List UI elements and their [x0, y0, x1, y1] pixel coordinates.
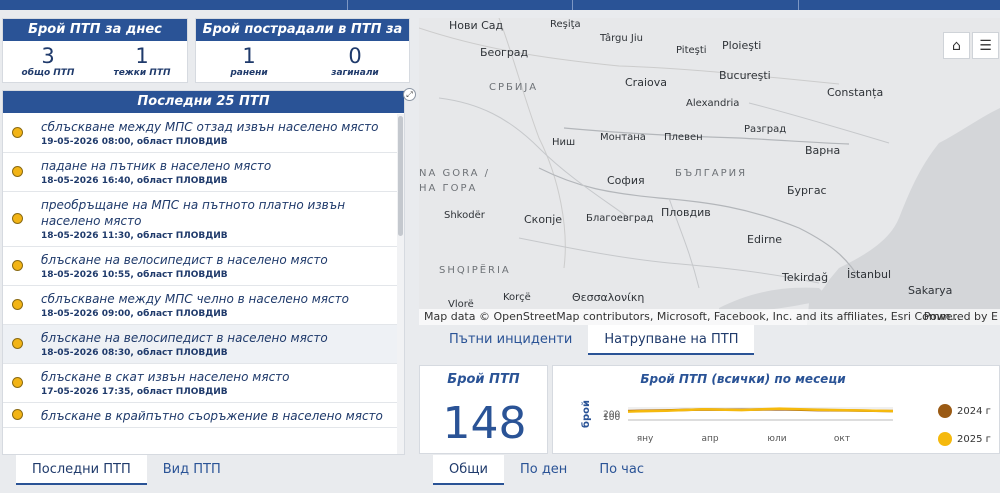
- powered-by[interactable]: Powered by E: [924, 309, 1000, 325]
- accident-marker-icon: [12, 409, 23, 420]
- tab-by-day[interactable]: По ден: [504, 455, 583, 485]
- accident-marker-icon: [12, 260, 23, 271]
- dead-value: 0: [348, 44, 362, 68]
- series-line-1: [627, 407, 894, 413]
- map-label-thessaloniki: Θεσσαλονίκη: [572, 291, 645, 304]
- accident-marker-icon: [12, 213, 23, 224]
- map-label-shkoder: Shkodër: [444, 210, 485, 221]
- list-item-selected[interactable]: блъскане на велосипедист в населено мяст…: [3, 325, 404, 364]
- map-label-razgrad: Разград: [744, 124, 787, 135]
- map-label-constanta: Constanța: [827, 86, 884, 99]
- y-tick-label: 100: [603, 413, 620, 423]
- map-label-craiova: Craiova: [625, 76, 667, 89]
- map-label-plovdiv: Пловдив: [661, 206, 711, 219]
- list-item[interactable]: преобръщане на МПС на пътното платно изв…: [3, 192, 404, 247]
- list-item[interactable]: сблъскване между МПС отзад извън населен…: [3, 114, 404, 153]
- accident-count-card: Брой ПТП 148: [419, 365, 548, 454]
- monthly-chart-card: Брой ПТП (всички) по месеци брой 200 100 ян…: [552, 365, 1000, 454]
- top-bar: [0, 0, 1000, 10]
- accident-marker-icon: [12, 377, 23, 388]
- count-label: Брой ПТП: [447, 372, 520, 387]
- map-label-tekirdag: Tekirdağ: [782, 271, 829, 284]
- map-label-targu-jiu: Târgu Jiu: [600, 33, 643, 44]
- map-label-novi-sad: Нови Сад: [449, 19, 504, 32]
- tab-accident-accumulation[interactable]: Натрупване на ПТП: [588, 325, 755, 355]
- map-label-ploiesti: Ploieşti: [722, 39, 762, 52]
- map-label-edirne: Edirne: [747, 233, 783, 246]
- map-label-skopje: Скопје: [524, 213, 563, 226]
- expand-icon[interactable]: ⤢: [403, 88, 416, 101]
- accident-marker-icon: [12, 166, 23, 177]
- bottom-tabs: Общи По ден По час: [433, 455, 660, 485]
- x-tick-label: апр: [701, 434, 718, 444]
- count-value: 148: [442, 398, 527, 449]
- tab-accident-type[interactable]: Вид ПТП: [147, 455, 237, 485]
- tab-general[interactable]: Общи: [433, 455, 504, 485]
- map-label-sakarya: Sakarya: [908, 284, 953, 297]
- legend-marker-2025: [938, 432, 952, 446]
- map-label-serbia: СРБИЈА: [489, 82, 539, 93]
- map-label-varna: Варна: [805, 144, 841, 157]
- injured-value: 1: [242, 44, 256, 68]
- map-label-nish: Ниш: [552, 137, 576, 148]
- legend-marker-2024: [938, 404, 952, 418]
- accident-marker-icon: [12, 299, 23, 310]
- tab-recent-accidents[interactable]: Последни ПТП: [16, 455, 147, 485]
- today-severe-value: 1: [135, 44, 149, 68]
- injured-card: Брой пострадали в ПТП за 1 ранени 0 заги…: [195, 18, 410, 83]
- map-label-sofia: София: [607, 174, 645, 187]
- x-tick-label: окт: [834, 434, 850, 444]
- map-label-belgrade: Београд: [480, 46, 529, 59]
- list-panel-title: Последни 25 ПТП: [3, 91, 404, 113]
- map-label-montenegro-latin: NA GORA /: [419, 168, 491, 179]
- injured-card-title: Брой пострадали в ПТП за: [196, 19, 409, 41]
- tab-by-hour[interactable]: По час: [583, 455, 660, 485]
- list-item[interactable]: блъскане в скат извън населено място 17-…: [3, 364, 404, 403]
- list-item[interactable]: сблъскване между МПС челно в населено мя…: [3, 286, 404, 325]
- y-axis-label: брой: [580, 400, 592, 428]
- legend-label-2025: 2025 г: [957, 434, 991, 445]
- list-item[interactable]: падане на пътник в населено място 18-05-…: [3, 153, 404, 192]
- map-view[interactable]: Нови Сад Reşiţa Târgu Jiu Piteşti Ploieş…: [419, 18, 1000, 325]
- list-item[interactable]: блъскане на велосипедист в населено мяст…: [3, 247, 404, 286]
- accident-marker-icon: [12, 127, 23, 138]
- accident-list[interactable]: сблъскване между МПС отзад извън населен…: [3, 114, 404, 454]
- today-card-title: Брой ПТП за днес: [3, 19, 187, 41]
- recent-accidents-panel: Последни 25 ПТП сблъскване между МПС отз…: [2, 90, 405, 455]
- injured-label: ранени: [230, 68, 268, 78]
- x-tick-label: юли: [767, 434, 786, 444]
- legend-list-icon[interactable]: ☰: [972, 32, 999, 59]
- map-label-istanbul: İstanbul: [847, 268, 892, 281]
- map-label-montenegro-cyrillic: НА ГОРА: [419, 183, 478, 194]
- map-attribution: Map data © OpenStreetMap contributors, M…: [419, 309, 1000, 325]
- home-icon[interactable]: ⌂: [943, 32, 970, 59]
- accident-marker-icon: [12, 338, 23, 349]
- map-label-bulgaria: БЪЛГАРИЯ: [675, 168, 748, 179]
- list-scrollbar[interactable]: [397, 114, 404, 454]
- map-tabs: Пътни инциденти Натрупване на ПТП: [433, 325, 755, 355]
- map-label-montana: Монтана: [600, 132, 646, 143]
- tab-road-incidents[interactable]: Пътни инциденти: [433, 325, 588, 355]
- today-severe-label: тежки ПТП: [113, 68, 171, 78]
- list-scrollbar-thumb[interactable]: [398, 116, 403, 236]
- map-label-korce: Korçë: [503, 292, 531, 303]
- left-tabs: Последни ПТП Вид ПТП: [16, 455, 237, 485]
- map-label-resita: Reşiţa: [550, 19, 581, 30]
- map-label-blagoevgrad: Благоевград: [586, 213, 654, 224]
- map-label-burgas: Бургас: [787, 184, 827, 197]
- map-label-alexandria: Alexandria: [686, 98, 740, 109]
- map-label-albania: SHQIPËRIA: [439, 265, 511, 276]
- map-label-bucharest: Bucureşti: [719, 69, 771, 82]
- map-label-pitesti: Piteşti: [676, 45, 707, 56]
- dead-label: загинали: [331, 68, 379, 78]
- today-total-value: 3: [41, 44, 55, 68]
- list-item[interactable]: блъскане в крайпътно съоръжение в населе…: [3, 403, 404, 428]
- monthly-chart: брой 200100яну апр юли окт: [580, 400, 894, 444]
- map-label-pleven: Плевен: [664, 132, 703, 143]
- legend-label-2024: 2024 г: [957, 406, 991, 417]
- today-accidents-card: Брой ПТП за днес 3 общо ПТП 1 тежки ПТП: [2, 18, 188, 83]
- x-tick-label: яну: [637, 434, 654, 444]
- today-total-label: общо ПТП: [21, 68, 75, 78]
